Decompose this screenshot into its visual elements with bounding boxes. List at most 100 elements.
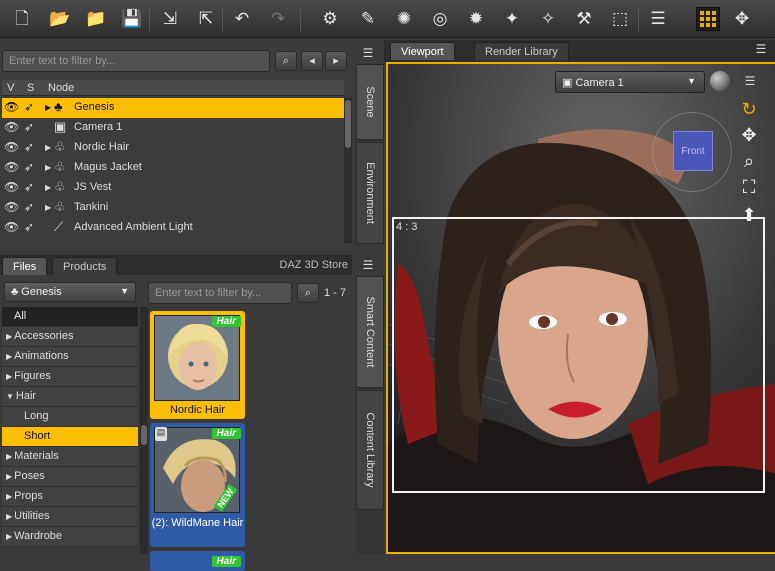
draw-style-icon[interactable] [710,71,730,91]
document-icon: ▤ [155,427,167,441]
tab-products[interactable]: Products [52,257,118,275]
figure-setup-icon[interactable]: ⚙ [318,7,342,31]
category-item[interactable]: ▶ Poses [2,467,138,487]
arrow-left-icon[interactable]: ◂ [301,51,323,71]
category-item[interactable]: ▶ Figures [2,367,138,387]
pane-menu-icon[interactable]: ☰ [751,42,771,58]
pane-menu-icon[interactable]: ☰ [358,46,378,62]
cursor-icon[interactable]: ➶ [24,140,34,154]
cursor-icon[interactable]: ➶ [24,180,34,194]
content-filter-input[interactable]: Enter text to filter by... [148,282,292,304]
eye-icon[interactable]: 👁 [4,120,19,134]
category-item[interactable]: Long [2,407,138,427]
grid-view-icon[interactable] [696,7,720,31]
cube-face-front[interactable]: Front [673,131,713,171]
tab-files[interactable]: Files [2,257,48,275]
category-item[interactable]: ▶ Utilities [2,507,138,527]
category-item[interactable]: ▶ Wardrobe [2,527,138,547]
aux-viewport-icon[interactable]: ☰ [646,7,670,31]
scene-node-row[interactable]: 👁 ➶ ▶ ♣ Genesis [2,98,344,118]
category-item[interactable]: ▼ Hair [2,387,138,407]
save-icon[interactable]: 💾 [120,7,144,31]
pane-menu-icon[interactable]: ☰ [358,258,378,274]
tab-content-library[interactable]: Content Library [356,390,384,510]
expand-arrow-icon[interactable]: ▶ [45,163,51,172]
column-node[interactable]: Node [48,82,74,94]
pan-icon[interactable]: ✥ [737,124,761,148]
tab-daz-store[interactable]: DAZ 3D Store [280,259,348,271]
camera-dropdown[interactable]: ▣ Camera 1 ▼ [555,71,705,93]
arrow-right-icon[interactable]: ▸ [325,51,347,71]
expand-arrow-icon[interactable]: ▶ [45,103,51,112]
cursor-icon[interactable]: ➶ [24,100,34,114]
column-s[interactable]: S [27,82,34,94]
eye-icon[interactable]: 👁 [4,200,19,214]
align-icon[interactable]: ⬚ [608,7,632,31]
category-item[interactable]: All [2,307,138,327]
expand-arrow-icon[interactable]: ▶ [45,203,51,212]
cursor-icon[interactable]: ➶ [24,200,34,214]
scene-node-row[interactable]: 👁 ➶ ▶ ♧ JS Vest [2,178,344,198]
zoom-icon[interactable]: ⌕ [737,150,761,174]
tab-scene[interactable]: Scene [356,64,384,140]
tab-smart-content[interactable]: Smart Content [356,276,384,388]
expand-arrow-icon[interactable]: ▶ [45,183,51,192]
geometry-editor-icon[interactable]: ✧ [536,7,560,31]
category-scrollbar[interactable] [140,307,148,554]
frame-icon[interactable]: ⛶ [737,176,761,200]
transform-icon[interactable]: ⚒ [572,7,596,31]
expand-arrow-icon[interactable]: ▶ [45,143,51,152]
column-v[interactable]: V [7,82,14,94]
scene-filter-input[interactable]: Enter text to filter by... [2,50,270,72]
tab-viewport[interactable]: Viewport [390,42,455,60]
category-item[interactable]: ▶ Accessories [2,327,138,347]
search-icon[interactable]: ⌕ [297,283,319,303]
merge-folder-icon[interactable]: 📁 [84,7,108,31]
joint-editor-icon[interactable]: ✎ [356,7,380,31]
eye-icon[interactable]: 👁 [4,180,19,194]
open-folder-icon[interactable]: 📂 [48,7,72,31]
new-file-icon[interactable]: 🗋 [10,7,34,31]
eye-icon[interactable]: 👁 [4,160,19,174]
view-cube[interactable]: Front [652,112,732,192]
figure-selector-dropdown[interactable]: ♣ Genesis ▼ [4,282,136,302]
node-weight-icon[interactable]: ◎ [428,7,452,31]
export-icon[interactable]: ⇱ [194,7,218,31]
scene-node-row[interactable]: 👁 ➶ ▶ ♧ Nordic Hair [2,138,344,158]
undo-icon[interactable]: ↶ [230,7,254,31]
category-item[interactable]: ▶ Props [2,487,138,507]
region-navigator-icon[interactable]: ✦ [500,7,524,31]
figure-selector-label: Genesis [21,286,62,298]
category-item[interactable]: ▶ Animations [2,347,138,367]
eye-icon[interactable]: 👁 [4,140,19,154]
node-label: Genesis [74,101,115,113]
tab-render-library[interactable]: Render Library [474,42,569,60]
cursor-icon[interactable]: ➶ [24,120,34,134]
cursor-icon[interactable]: ➶ [24,220,34,234]
redo-icon[interactable]: ↷ [266,7,290,31]
eye-icon[interactable]: 👁 [4,220,19,234]
scene-node-row[interactable]: 👁 ➶ ▶ ♧ Tankini [2,198,344,218]
category-list: All ▶ Accessories ▶ Animations ▶ Figures ▼ H… [2,307,138,547]
content-tabbar: Files Products DAZ 3D Store [0,255,352,275]
import-icon[interactable]: ⇲ [158,7,182,31]
tab-environment[interactable]: Environment [356,142,384,244]
orbit-icon[interactable]: ↻ [737,98,761,122]
category-item[interactable]: ▶ Materials [2,447,138,467]
eye-icon[interactable]: 👁 [4,100,19,114]
spot-render-icon[interactable]: ✺ [392,7,416,31]
cursor-icon[interactable]: ➶ [24,160,34,174]
scene-scrollbar[interactable] [344,98,352,243]
category-item[interactable]: Short [2,427,138,447]
node-label: Magus Jacket [74,161,142,173]
universal-tool-icon[interactable]: ✥ [730,7,754,31]
scene-node-row[interactable]: 👁 ➶ ⟋ Advanced Ambient Light [2,218,344,238]
scene-node-row[interactable]: 👁 ➶ ▶ ♧ Magus Jacket [2,158,344,178]
content-item-card[interactable]: Hair [150,551,245,571]
search-icon[interactable]: ⌕ [275,51,297,71]
scene-node-row[interactable]: 👁 ➶ ▣ Camera 1 [2,118,344,138]
content-item-card[interactable]: Hair Nordic Hair [150,311,245,419]
surface-selection-icon[interactable]: ✹ [464,7,488,31]
content-item-card[interactable]: ▤ Hair NEW (2): WildMane Hair [150,423,245,547]
pane-menu-icon[interactable]: ☰ [740,74,760,90]
